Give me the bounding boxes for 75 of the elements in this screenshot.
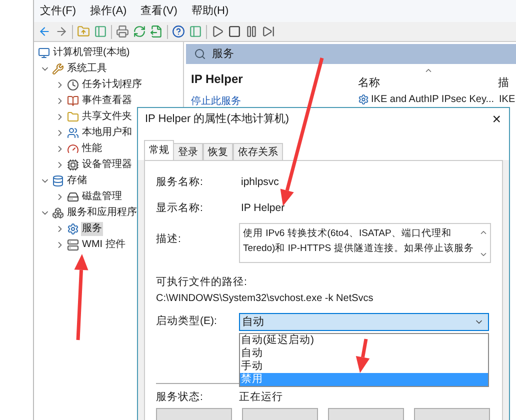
- panel-icon[interactable]: [189, 25, 202, 38]
- folder-icon: [67, 111, 79, 123]
- column-header[interactable]: 名称: [358, 75, 498, 89]
- field-label: 服务状态:: [156, 390, 204, 406]
- event-icon: [67, 95, 79, 107]
- tab[interactable]: 恢复: [203, 143, 233, 160]
- refresh-icon[interactable]: [133, 25, 146, 38]
- dialog-title: IP Helper 的属性(本地计算机): [145, 112, 290, 127]
- clock-icon: [67, 79, 79, 91]
- menu-item[interactable]: 文件(F): [40, 2, 76, 20]
- computer-icon: [38, 47, 50, 59]
- close-button[interactable]: ×: [490, 112, 503, 126]
- column-header[interactable]: 描: [498, 75, 509, 89]
- tree-item[interactable]: 共享文件夹: [81, 110, 133, 124]
- tree-item[interactable]: 设备管理器: [81, 158, 133, 172]
- tab[interactable]: 常规: [144, 140, 174, 160]
- perf-icon: [67, 143, 79, 155]
- tree-item[interactable]: 事件查看器: [81, 94, 133, 108]
- service-title: IP Helper: [191, 71, 244, 88]
- field-label: 启动类型(E):: [156, 314, 218, 330]
- tree-item[interactable]: WMI 控件: [81, 238, 126, 252]
- tree-item[interactable]: 系统工具: [66, 62, 108, 76]
- tree-item[interactable]: 服务和应用程序: [66, 206, 138, 220]
- tab[interactable]: 登录: [173, 143, 203, 160]
- field-label: 可执行文件的路径:: [156, 275, 248, 290]
- users-icon: [67, 127, 79, 139]
- tree-item[interactable]: 任务计划程序: [81, 78, 143, 92]
- dropdown-option[interactable]: 手动: [240, 360, 488, 373]
- table-cell-text: IKE and AuthIP IPsec Key...: [371, 93, 496, 107]
- field-value: iphlpsvc: [241, 175, 279, 190]
- tree-item[interactable]: 存储: [66, 174, 88, 188]
- field-label: 显示名称:: [156, 201, 204, 216]
- export-icon[interactable]: [150, 25, 163, 38]
- dropdown-option[interactable]: 自动: [240, 347, 488, 360]
- wmi-icon: [67, 239, 79, 251]
- description-box[interactable]: 使用 IPv6 转换技术(6to4、ISATAP、端口代理和 Teredo)和 IP-HTTPS 提供隧道连接。如果停止该服务: [239, 223, 491, 263]
- menu-item[interactable]: 查看(V): [140, 2, 178, 20]
- startup-type-dropdown[interactable]: 自动: [239, 313, 489, 331]
- stop-link[interactable]: 停止此服务: [191, 96, 241, 108]
- skip-icon[interactable]: [262, 25, 275, 38]
- field-label: 服务名称:: [156, 175, 204, 190]
- printer-icon[interactable]: [116, 25, 129, 38]
- tree-item[interactable]: 服务: [81, 222, 103, 236]
- tree-item[interactable]: 磁盘管理: [81, 190, 123, 204]
- panel-icon[interactable]: [94, 25, 107, 38]
- tree-item[interactable]: 性能: [81, 142, 103, 156]
- field-value: IP Helper: [241, 201, 285, 216]
- back-icon[interactable]: [38, 25, 51, 38]
- sort-icon: [424, 66, 433, 75]
- tools-icon: [52, 63, 64, 75]
- pane-header: 服务: [212, 46, 234, 62]
- gear-icon: [67, 223, 79, 235]
- apps-icon: [52, 207, 64, 219]
- scroll-up-icon[interactable]: [479, 228, 488, 237]
- forward-icon[interactable]: [55, 25, 68, 38]
- stop-icon[interactable]: [228, 25, 241, 38]
- tree-item[interactable]: 计算机管理(本地): [52, 46, 131, 60]
- table-cell-text: IKE: [499, 93, 516, 107]
- help-icon[interactable]: [172, 25, 185, 38]
- path-text: C:\WINDOWS\System32\svchost.exe -k NetSvcs: [156, 292, 374, 306]
- play-icon[interactable]: [211, 25, 224, 38]
- dropdown-option[interactable]: 自动(延迟启动): [240, 334, 488, 347]
- menu-item[interactable]: 操作(A): [90, 2, 127, 20]
- field-value: 正在运行: [239, 390, 283, 406]
- search-icon: [194, 48, 206, 60]
- menu-item[interactable]: 帮助(H): [191, 2, 229, 20]
- storage-icon: [52, 175, 64, 187]
- tab[interactable]: 依存关系: [233, 143, 283, 160]
- tree-item[interactable]: 本地用户和: [81, 126, 133, 140]
- annotation-arrow: [356, 338, 370, 373]
- gear-icon: [358, 94, 369, 105]
- device-icon: [67, 159, 79, 171]
- scroll-down-icon[interactable]: [479, 250, 488, 259]
- pause-icon[interactable]: [245, 25, 258, 38]
- field-label: 描述:: [156, 232, 182, 247]
